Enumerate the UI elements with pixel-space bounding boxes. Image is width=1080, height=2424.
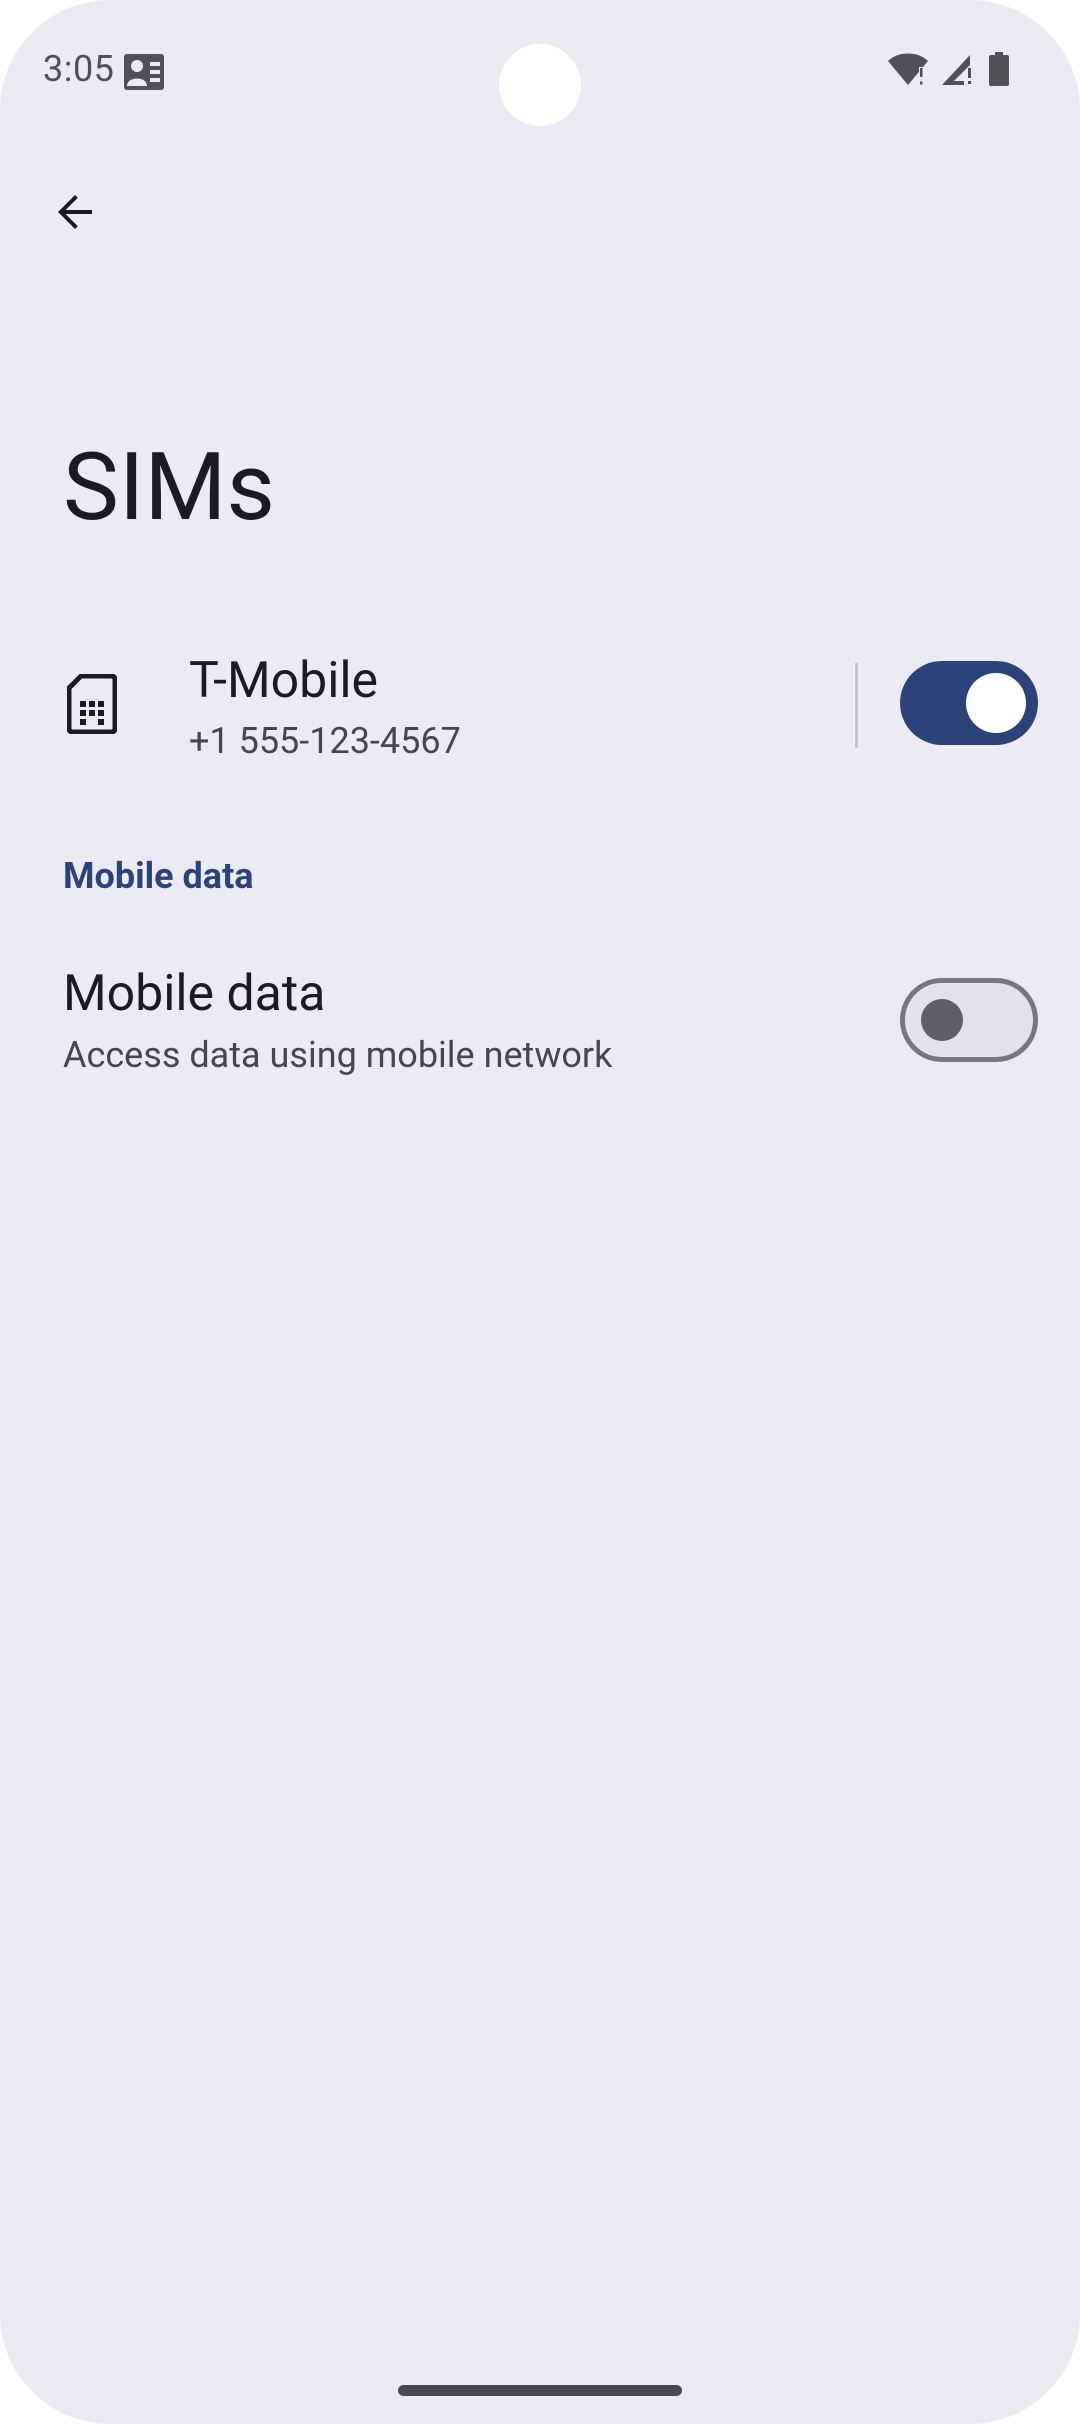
sim-name: T-Mobile	[189, 652, 379, 710]
section-header-mobile-data: Mobile data	[63, 855, 254, 897]
status-time: 3:05	[43, 48, 115, 90]
sim-list-item[interactable]: T-Mobile +1 555-123-4567	[0, 630, 1080, 780]
battery-icon	[988, 52, 1010, 90]
back-button[interactable]	[40, 178, 112, 250]
gesture-nav-handle[interactable]	[398, 2385, 682, 2396]
settings-screen: 3:05 SIMs T-Mobile +1 555-123-4567 Mobil…	[0, 0, 1080, 2424]
wifi-alert-icon	[888, 53, 928, 89]
cell-signal-alert-icon	[940, 53, 976, 89]
mobile-data-toggle[interactable]	[900, 978, 1038, 1062]
sim-phone-number: +1 555-123-4567	[189, 720, 461, 762]
mobile-data-title: Mobile data	[63, 965, 326, 1023]
arrow-back-icon	[52, 188, 100, 240]
camera-cutout	[499, 44, 581, 126]
switch-thumb	[966, 673, 1026, 733]
sim-toggle[interactable]	[900, 661, 1038, 745]
sim-card-icon	[66, 673, 118, 735]
mobile-data-summary: Access data using mobile network	[63, 1034, 613, 1076]
switch-thumb	[921, 999, 963, 1041]
work-profile-icon	[124, 54, 164, 90]
mobile-data-item[interactable]: Mobile data Access data using mobile net…	[0, 950, 1080, 1100]
status-bar: 3:05	[0, 0, 1080, 140]
status-icons	[888, 52, 1010, 90]
divider	[855, 663, 858, 748]
page-title: SIMs	[63, 432, 275, 542]
